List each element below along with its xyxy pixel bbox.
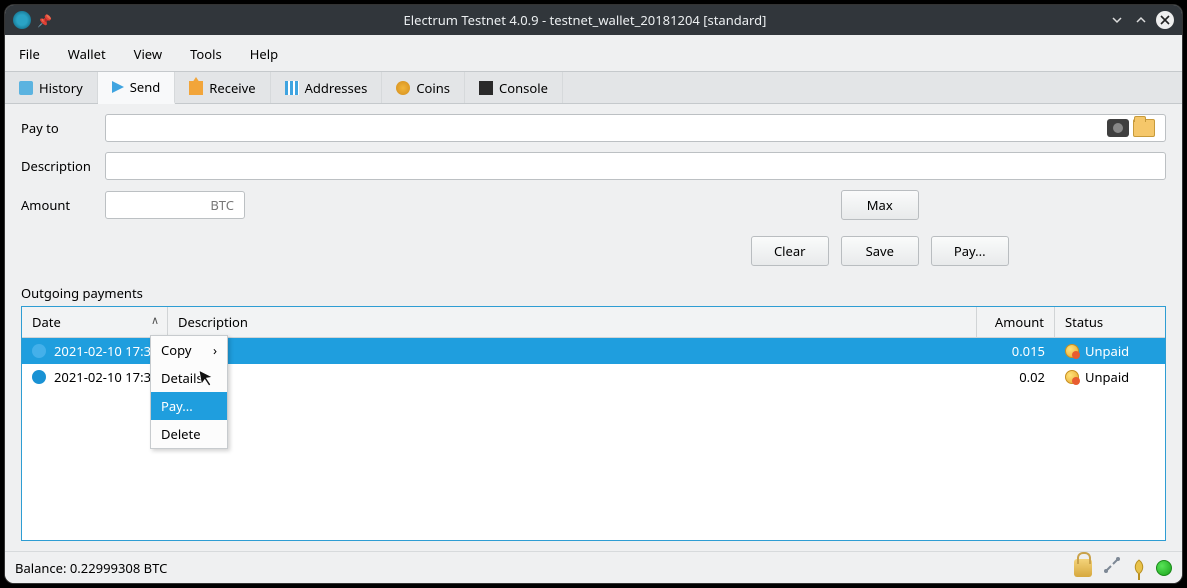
description-input[interactable]	[105, 152, 1166, 180]
tab-label: Coins	[416, 79, 450, 97]
max-button[interactable]: Max	[841, 190, 919, 220]
payto-input[interactable]	[105, 114, 1166, 142]
unpaid-icon	[1065, 370, 1079, 384]
close-button[interactable]	[1156, 11, 1174, 29]
tab-addresses[interactable]: Addresses	[271, 72, 383, 103]
col-status[interactable]: Status	[1055, 307, 1165, 337]
app-icon	[13, 11, 31, 29]
sort-asc-icon: ∧	[151, 313, 159, 328]
lock-icon[interactable]	[1074, 559, 1092, 577]
bitcoin-icon	[32, 344, 46, 358]
minimize-button[interactable]	[1108, 11, 1126, 29]
addresses-icon	[285, 81, 299, 95]
chevron-right-icon: ›	[213, 341, 217, 359]
unpaid-icon	[1065, 344, 1079, 358]
payto-label: Pay to	[21, 119, 105, 137]
cell-status: Unpaid	[1055, 362, 1165, 392]
titlebar: 📌 Electrum Testnet 4.0.9 - testnet_walle…	[5, 5, 1182, 35]
clear-button[interactable]: Clear	[751, 236, 829, 266]
cell-description	[172, 345, 977, 357]
tab-coins[interactable]: Coins	[382, 72, 465, 103]
pay-button[interactable]: Pay...	[931, 236, 1009, 266]
tab-console[interactable]: Console	[465, 72, 563, 103]
outgoing-title: Outgoing payments	[21, 284, 1166, 302]
context-pay[interactable]: Pay...	[151, 392, 227, 420]
menu-view[interactable]: View	[120, 39, 176, 69]
menu-tools[interactable]: Tools	[176, 39, 236, 69]
tab-label: Addresses	[305, 79, 368, 97]
save-button[interactable]: Save	[841, 236, 919, 266]
seed-icon[interactable]	[1132, 558, 1146, 578]
menu-file[interactable]: File	[5, 39, 54, 69]
cell-description	[172, 371, 977, 383]
outgoing-table: Date ∧ Description Amount Status 2021-02…	[21, 306, 1166, 541]
context-delete[interactable]: Delete	[151, 420, 227, 448]
menu-wallet[interactable]: Wallet	[54, 39, 120, 69]
maximize-button[interactable]	[1132, 11, 1150, 29]
tab-send[interactable]: Send	[98, 72, 176, 104]
send-icon	[112, 81, 124, 93]
col-date[interactable]: Date ∧	[22, 307, 168, 337]
tab-label: Console	[499, 79, 548, 97]
bitcoin-icon	[32, 370, 46, 384]
tabbar: History Send Receive Addresses Coins Con…	[5, 71, 1182, 104]
coins-icon	[396, 81, 410, 95]
amount-unit: BTC	[210, 196, 234, 214]
tab-receive[interactable]: Receive	[175, 72, 270, 103]
description-label: Description	[21, 157, 105, 175]
window-title: Electrum Testnet 4.0.9 - testnet_wallet_…	[62, 11, 1108, 29]
menu-help[interactable]: Help	[236, 39, 292, 69]
network-status-icon[interactable]	[1156, 560, 1172, 576]
folder-icon[interactable]	[1133, 119, 1155, 137]
pin-icon[interactable]: 📌	[37, 12, 52, 29]
tab-label: History	[39, 79, 83, 97]
balance-label: Balance: 0.22999308 BTC	[15, 559, 1074, 577]
context-copy[interactable]: Copy ›	[151, 336, 227, 364]
context-menu: Copy › Details Pay... Delete	[150, 335, 228, 449]
app-window: 📌 Electrum Testnet 4.0.9 - testnet_walle…	[4, 4, 1183, 584]
history-icon	[19, 81, 33, 95]
table-header: Date ∧ Description Amount Status	[22, 307, 1165, 338]
statusbar: Balance: 0.22999308 BTC	[5, 551, 1182, 583]
tab-label: Send	[130, 78, 161, 96]
tab-history[interactable]: History	[5, 72, 98, 103]
camera-icon[interactable]	[1107, 119, 1129, 137]
tools-icon[interactable]	[1102, 555, 1122, 581]
menubar: File Wallet View Tools Help	[5, 35, 1182, 71]
col-amount[interactable]: Amount	[977, 307, 1055, 337]
cell-amount: 0.02	[977, 362, 1055, 392]
tab-label: Receive	[209, 79, 255, 97]
send-panel: Pay to Description Amount BTC Max	[5, 104, 1182, 551]
console-icon	[479, 81, 493, 95]
col-description[interactable]: Description	[168, 307, 977, 337]
receive-icon	[189, 81, 203, 95]
amount-input[interactable]: BTC	[105, 191, 245, 219]
amount-label: Amount	[21, 196, 105, 214]
